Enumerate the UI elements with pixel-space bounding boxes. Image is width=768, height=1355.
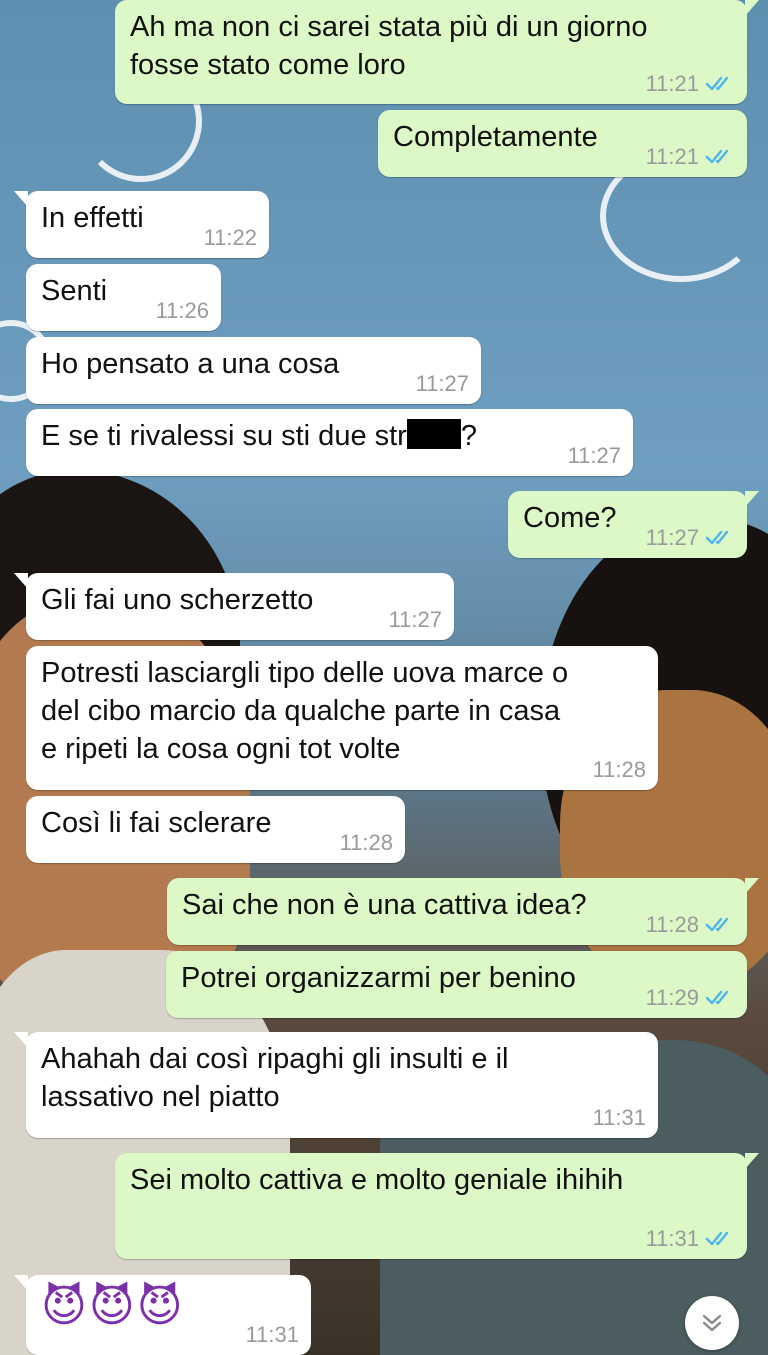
message-bubble-incoming[interactable]: Potresti lasciargli tipo delle uova marc…: [26, 646, 658, 790]
message-meta: 11:27: [416, 373, 469, 395]
message-time: 11:27: [567, 443, 621, 468]
message-time: 11:28: [592, 757, 646, 782]
message-meta: 11:28: [340, 832, 393, 854]
message-time: 11:22: [203, 225, 257, 250]
message-text-part: E se ti rivalessi su sti due str: [41, 420, 407, 452]
double-check-icon: [705, 530, 729, 545]
message-time: 11:21: [645, 71, 699, 96]
message-bubble-outgoing[interactable]: Sai che non è una cattiva idea? 11:28: [167, 878, 759, 945]
message-bubble-incoming[interactable]: E se ti rivalessi su sti due str? 11:27: [26, 409, 633, 476]
message-meta: 11:29: [646, 987, 735, 1009]
double-check-icon: [705, 149, 729, 164]
message-time: 11:27: [388, 607, 442, 632]
message-meta: 11:27: [389, 609, 442, 631]
message-text: Ho pensato a una cosa: [41, 348, 340, 380]
message-time: 11:26: [155, 298, 209, 323]
message-time: 11:29: [645, 985, 699, 1010]
message-text: E se ti rivalessi su sti due str?: [41, 417, 619, 455]
message-time: 11:31: [592, 1105, 646, 1130]
message-meta: 11:22: [204, 227, 257, 249]
message-text-part: ?: [460, 420, 477, 452]
message-bubble-incoming[interactable]: In effetti 11:22: [14, 191, 269, 258]
message-bubble-incoming[interactable]: 😈😈😈 11:31: [14, 1275, 311, 1355]
double-chevron-down-icon: [702, 1314, 722, 1332]
double-check-icon: [705, 917, 729, 932]
message-time: 11:21: [645, 144, 699, 169]
message-meta: 11:28: [646, 914, 735, 936]
message-bubble-outgoing[interactable]: Sei molto cattiva e molto geniale ihihih…: [115, 1153, 759, 1259]
message-meta: 11:21: [646, 73, 735, 95]
message-bubble-outgoing[interactable]: Ah ma non ci sarei stata più di un giorn…: [115, 0, 759, 104]
message-bubble-outgoing[interactable]: Potrei organizzarmi per benino 11:29: [166, 951, 747, 1018]
message-time: 11:27: [415, 371, 469, 396]
message-time: 11:31: [645, 1226, 699, 1251]
message-text: Sei molto cattiva e molto geniale ihihih: [130, 1164, 624, 1196]
message-text: Ah ma non ci sarei stata più di un giorn…: [130, 11, 648, 81]
message-bubble-outgoing[interactable]: Come? 11:27: [508, 491, 759, 558]
message-bubble-incoming[interactable]: Gli fai uno scherzetto 11:27: [14, 573, 454, 640]
redaction-bar: [406, 419, 461, 449]
message-bubble-incoming[interactable]: Così li fai sclerare 11:28: [26, 796, 405, 863]
message-text: Potresti lasciargli tipo delle uova marc…: [41, 657, 569, 765]
message-meta: 11:27: [568, 445, 621, 467]
message-time: 11:31: [245, 1322, 299, 1347]
message-text: Così li fai sclerare: [41, 807, 272, 839]
message-meta: 11:26: [156, 300, 209, 322]
message-bubble-incoming[interactable]: Ahahah dai così ripaghi gli insulti e il…: [14, 1032, 658, 1138]
message-meta: 11:27: [646, 527, 735, 549]
message-bubble-outgoing[interactable]: Completamente 11:21: [378, 110, 747, 177]
scroll-to-bottom-button[interactable]: [685, 1296, 739, 1350]
message-bubble-incoming[interactable]: Senti 11:26: [26, 264, 221, 331]
message-meta: 11:28: [593, 759, 646, 781]
message-bubble-incoming[interactable]: Ho pensato a una cosa 11:27: [26, 337, 481, 404]
message-meta: 11:31: [593, 1107, 646, 1129]
message-text: Ahahah dai così ripaghi gli insulti e il…: [41, 1043, 509, 1113]
message-meta: 11:31: [246, 1324, 299, 1346]
message-time: 11:28: [645, 912, 699, 937]
message-text: Gli fai uno scherzetto: [41, 584, 314, 616]
message-meta: 11:21: [646, 146, 735, 168]
double-check-icon: [705, 990, 729, 1005]
message-time: 11:28: [339, 830, 393, 855]
message-time: 11:27: [645, 525, 699, 550]
message-meta: 11:31: [646, 1228, 735, 1250]
double-check-icon: [705, 76, 729, 91]
double-check-icon: [705, 1231, 729, 1246]
